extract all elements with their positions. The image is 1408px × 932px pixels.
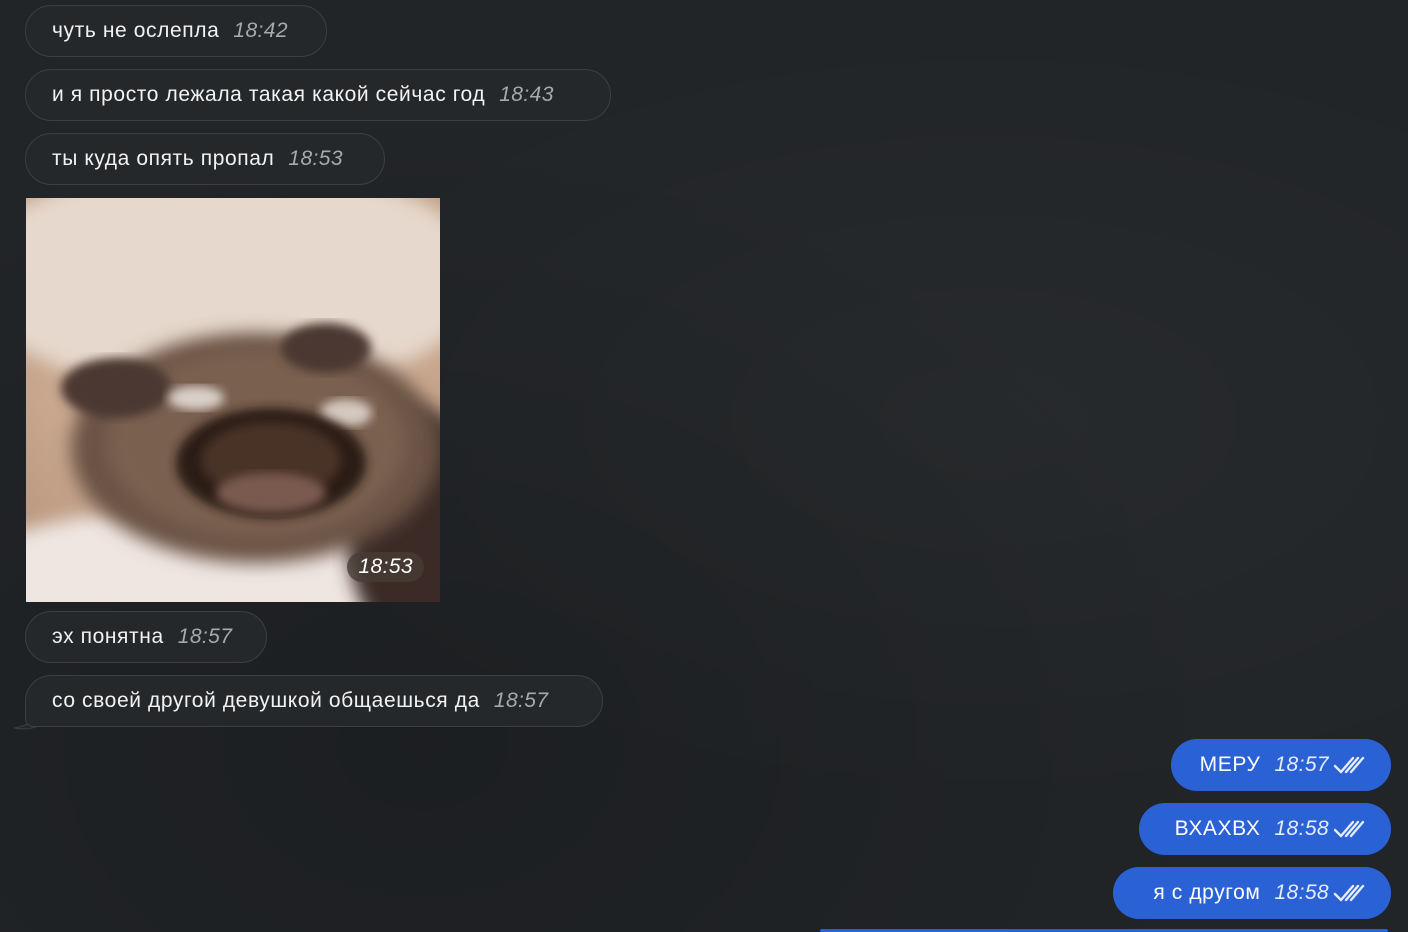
incoming-message[interactable]: ты куда опять пропал 18:53 bbox=[25, 133, 385, 185]
outgoing-message[interactable]: ВХАХВХ 18:58 bbox=[1139, 803, 1391, 855]
incoming-message[interactable]: эх понятна 18:57 bbox=[25, 611, 267, 663]
crying-cat-photo bbox=[26, 198, 440, 602]
message-time: 18:43 bbox=[499, 83, 554, 106]
incoming-message[interactable]: чуть не ослепла 18:42 bbox=[25, 5, 327, 57]
message-text: и я просто лежала такая какой сейчас год bbox=[52, 83, 486, 106]
message-text: я с другом bbox=[1153, 881, 1261, 904]
incoming-message[interactable]: со своей другой девушкой общаешься да 18… bbox=[25, 675, 603, 727]
message-text: ты куда опять пропал bbox=[52, 147, 275, 170]
message-text: чуть не ослепла bbox=[52, 19, 220, 42]
message-text: эх понятна bbox=[52, 625, 164, 648]
photo-message[interactable]: 18:53 bbox=[26, 198, 440, 602]
double-check-icon bbox=[1333, 820, 1365, 838]
incoming-message[interactable]: и я просто лежала такая какой сейчас год… bbox=[25, 69, 611, 121]
chat-history: чуть не ослепла 18:42 и я просто лежала … bbox=[0, 0, 1408, 932]
message-time: 18:57 bbox=[1274, 753, 1329, 776]
message-time: 18:57 bbox=[177, 625, 233, 648]
outgoing-message[interactable]: я с другом 18:58 bbox=[1113, 867, 1391, 919]
message-time: 18:58 bbox=[1274, 881, 1329, 904]
outgoing-message[interactable]: МЕРУ 18:57 bbox=[1171, 739, 1391, 791]
message-text: МЕРУ bbox=[1199, 753, 1261, 776]
message-time: 18:57 bbox=[493, 689, 549, 712]
double-check-icon bbox=[1333, 884, 1365, 902]
message-text: ВХАХВХ bbox=[1174, 817, 1261, 840]
message-text: со своей другой девушкой общаешься да bbox=[52, 689, 480, 712]
message-time: 18:53 bbox=[288, 147, 343, 170]
message-time: 18:58 bbox=[1274, 817, 1329, 840]
photo-time: 18:53 bbox=[347, 552, 424, 582]
message-time: 18:42 bbox=[233, 19, 288, 42]
double-check-icon bbox=[1333, 756, 1365, 774]
